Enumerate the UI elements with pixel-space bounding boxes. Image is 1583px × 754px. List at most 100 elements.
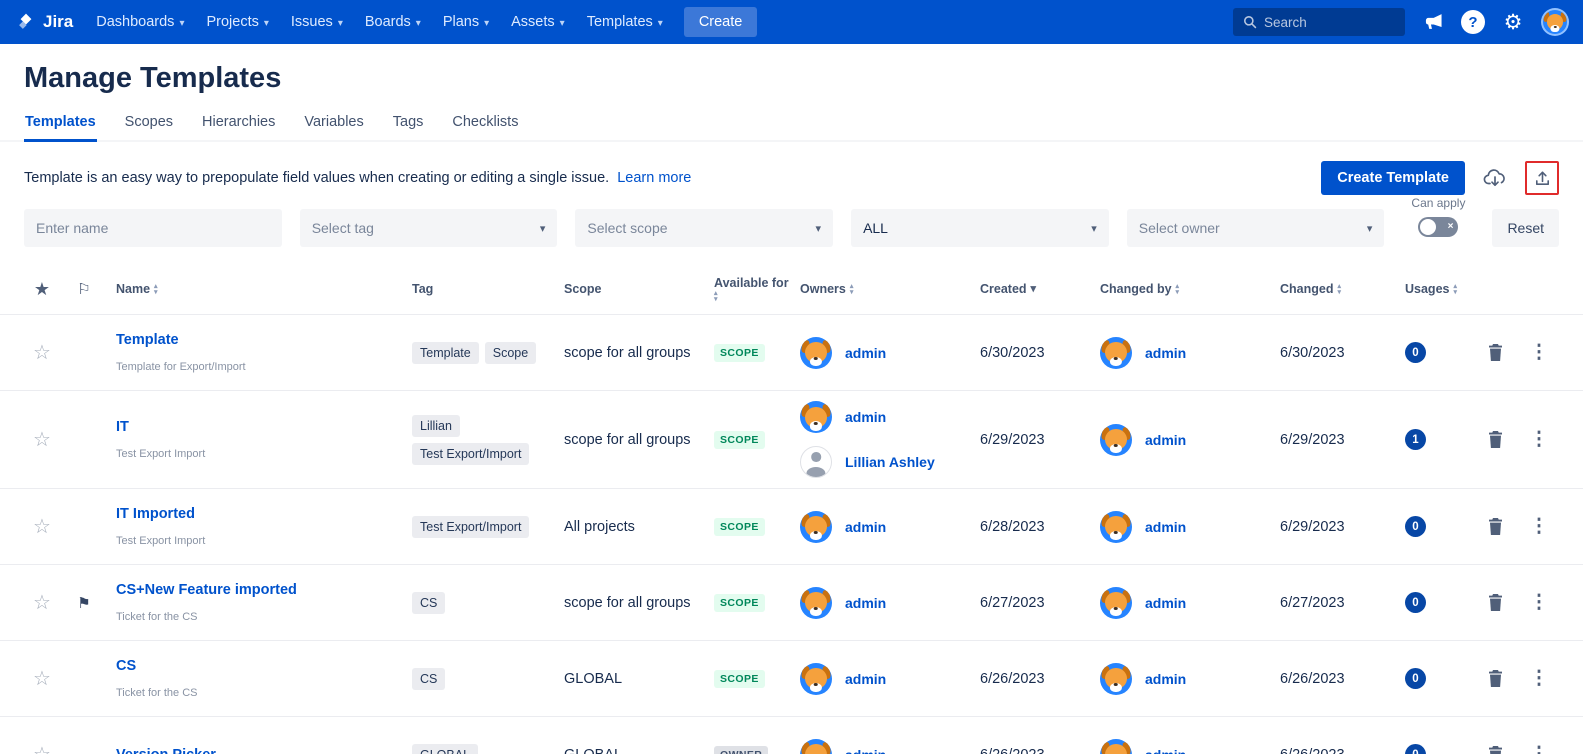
template-name-link[interactable]: CS	[116, 658, 398, 674]
navbar-menu-item[interactable]: Plans ▾	[432, 0, 500, 44]
reset-button[interactable]: Reset	[1492, 209, 1559, 247]
chevron-down-icon: ▾	[1367, 222, 1373, 235]
sort-icon[interactable]: ▾	[1031, 283, 1037, 297]
owner-link[interactable]: admin	[845, 345, 886, 361]
sort-icon[interactable]: ▴▾	[850, 284, 854, 296]
owner-link[interactable]: admin	[1145, 747, 1186, 754]
template-name-link[interactable]: CS+New Feature imported	[116, 582, 398, 598]
favorite-star-icon[interactable]: ☆	[33, 516, 51, 538]
sort-icon[interactable]: ▴▾	[1453, 284, 1457, 296]
import-templates-icon[interactable]	[1478, 161, 1512, 195]
category-filter-select[interactable]: ALL ▾	[851, 209, 1109, 247]
more-actions-icon[interactable]: ⋮	[1530, 744, 1549, 754]
column-header[interactable]: Changed ▴▾	[1270, 282, 1395, 298]
delete-button[interactable]	[1473, 334, 1521, 371]
template-name-link[interactable]: Version Picker	[116, 747, 398, 754]
user-profile-avatar[interactable]	[1541, 8, 1569, 36]
jira-logo[interactable]: Jira	[14, 12, 85, 32]
can-apply-toggle[interactable]: ×	[1418, 217, 1458, 237]
more-actions-icon[interactable]: ⋮	[1530, 342, 1549, 363]
navbar-menu-item[interactable]: Templates ▾	[576, 0, 674, 44]
template-name-link[interactable]: IT Imported	[116, 506, 398, 522]
more-actions-icon[interactable]: ⋮	[1530, 668, 1549, 689]
sort-icon[interactable]: ▴▾	[714, 291, 718, 303]
favorite-star-icon[interactable]: ☆	[33, 429, 51, 451]
create-template-button[interactable]: Create Template	[1321, 161, 1465, 195]
owner-link[interactable]: admin	[845, 409, 886, 425]
usages-badge[interactable]: 0	[1405, 668, 1426, 689]
owner-link[interactable]: admin	[1145, 671, 1186, 687]
navbar-menu-item[interactable]: Boards ▾	[354, 0, 432, 44]
page-title: Manage Templates	[24, 62, 1559, 95]
tag-chip: Test Export/Import	[412, 443, 529, 465]
tab-hierarchies[interactable]: Hierarchies	[201, 107, 276, 142]
owner-link[interactable]: admin	[845, 747, 886, 754]
navbar-menu-item[interactable]: Issues ▾	[280, 0, 354, 44]
owner-link[interactable]: admin	[1145, 345, 1186, 361]
tab-templates[interactable]: Templates	[24, 107, 97, 142]
column-header[interactable]: Owners ▴▾	[790, 282, 970, 298]
favorite-star-icon[interactable]: ☆	[33, 744, 51, 754]
column-header[interactable]: Scope	[554, 282, 704, 298]
tab-scopes[interactable]: Scopes	[124, 107, 174, 142]
navbar-menu-item[interactable]: Dashboards ▾	[85, 0, 195, 44]
help-icon[interactable]: ?	[1461, 10, 1485, 34]
chevron-down-icon: ▾	[560, 18, 565, 29]
tab-checklists[interactable]: Checklists	[451, 107, 519, 142]
create-button[interactable]: Create	[684, 7, 758, 37]
top-navbar: Jira Dashboards ▾ Projects ▾ Issues ▾ Bo…	[0, 0, 1583, 44]
gear-icon[interactable]: ⚙	[1500, 9, 1526, 35]
usages-badge[interactable]: 0	[1405, 592, 1426, 613]
delete-button[interactable]	[1473, 660, 1521, 697]
tag-chip: Test Export/Import	[412, 516, 529, 538]
navbar-menu-item[interactable]: Assets ▾	[500, 0, 576, 44]
owner-link[interactable]: admin	[1145, 595, 1186, 611]
favorite-column-header[interactable]: ★	[22, 279, 62, 300]
sort-icon[interactable]: ▴▾	[1337, 284, 1341, 296]
sort-icon[interactable]: ▴▾	[154, 284, 158, 296]
tag-filter-select[interactable]: Select tag ▾	[300, 209, 558, 247]
owner-link[interactable]: admin	[845, 519, 886, 535]
owner-link[interactable]: admin	[1145, 432, 1186, 448]
name-filter-input[interactable]	[36, 220, 270, 236]
usages-badge[interactable]: 0	[1405, 516, 1426, 537]
tab-variables[interactable]: Variables	[303, 107, 364, 142]
tab-tags[interactable]: Tags	[392, 107, 425, 142]
usages-badge[interactable]: 1	[1405, 429, 1426, 450]
column-header[interactable]: Created ▾	[970, 282, 1090, 298]
owner-link[interactable]: admin	[1145, 519, 1186, 535]
owner-link[interactable]: admin	[845, 595, 886, 611]
column-header[interactable]: Usages ▴▾	[1395, 282, 1473, 298]
flag-column-header[interactable]: ⚐	[62, 280, 106, 299]
delete-button[interactable]	[1473, 421, 1521, 458]
owner-link[interactable]: Lillian Ashley	[845, 454, 935, 470]
more-actions-icon[interactable]: ⋮	[1530, 592, 1549, 613]
favorite-star-icon[interactable]: ☆	[33, 668, 51, 690]
favorite-star-icon[interactable]: ☆	[33, 592, 51, 614]
column-header[interactable]: Tag	[402, 282, 554, 298]
sort-icon[interactable]: ▴▾	[1176, 284, 1180, 296]
delete-button[interactable]	[1473, 508, 1521, 545]
owner-link[interactable]: admin	[845, 671, 886, 687]
filters-bar: Select tag ▾ Select scope ▾ ALL ▾ Select…	[0, 201, 1583, 265]
template-name-link[interactable]: IT	[116, 419, 398, 435]
owner-filter-select[interactable]: Select owner ▾	[1127, 209, 1385, 247]
feedback-megaphone-icon[interactable]	[1420, 9, 1446, 35]
navbar-search[interactable]	[1233, 8, 1405, 36]
search-input[interactable]	[1264, 15, 1384, 30]
column-header[interactable]: Name ▴▾	[106, 282, 402, 298]
template-name-link[interactable]: Template	[116, 332, 398, 348]
usages-badge[interactable]: 0	[1405, 744, 1426, 754]
column-header[interactable]: Available for ▴▾	[704, 276, 790, 304]
export-templates-icon[interactable]	[1525, 161, 1559, 195]
favorite-star-icon[interactable]: ☆	[33, 342, 51, 364]
more-actions-icon[interactable]: ⋮	[1530, 429, 1549, 450]
delete-button[interactable]	[1473, 584, 1521, 621]
navbar-menu-item[interactable]: Projects ▾	[195, 0, 279, 44]
scope-filter-select[interactable]: Select scope ▾	[575, 209, 833, 247]
delete-button[interactable]	[1473, 736, 1521, 754]
more-actions-icon[interactable]: ⋮	[1530, 516, 1549, 537]
column-header[interactable]: Changed by ▴▾	[1090, 282, 1270, 298]
learn-more-link[interactable]: Learn more	[617, 170, 691, 186]
usages-badge[interactable]: 0	[1405, 342, 1426, 363]
